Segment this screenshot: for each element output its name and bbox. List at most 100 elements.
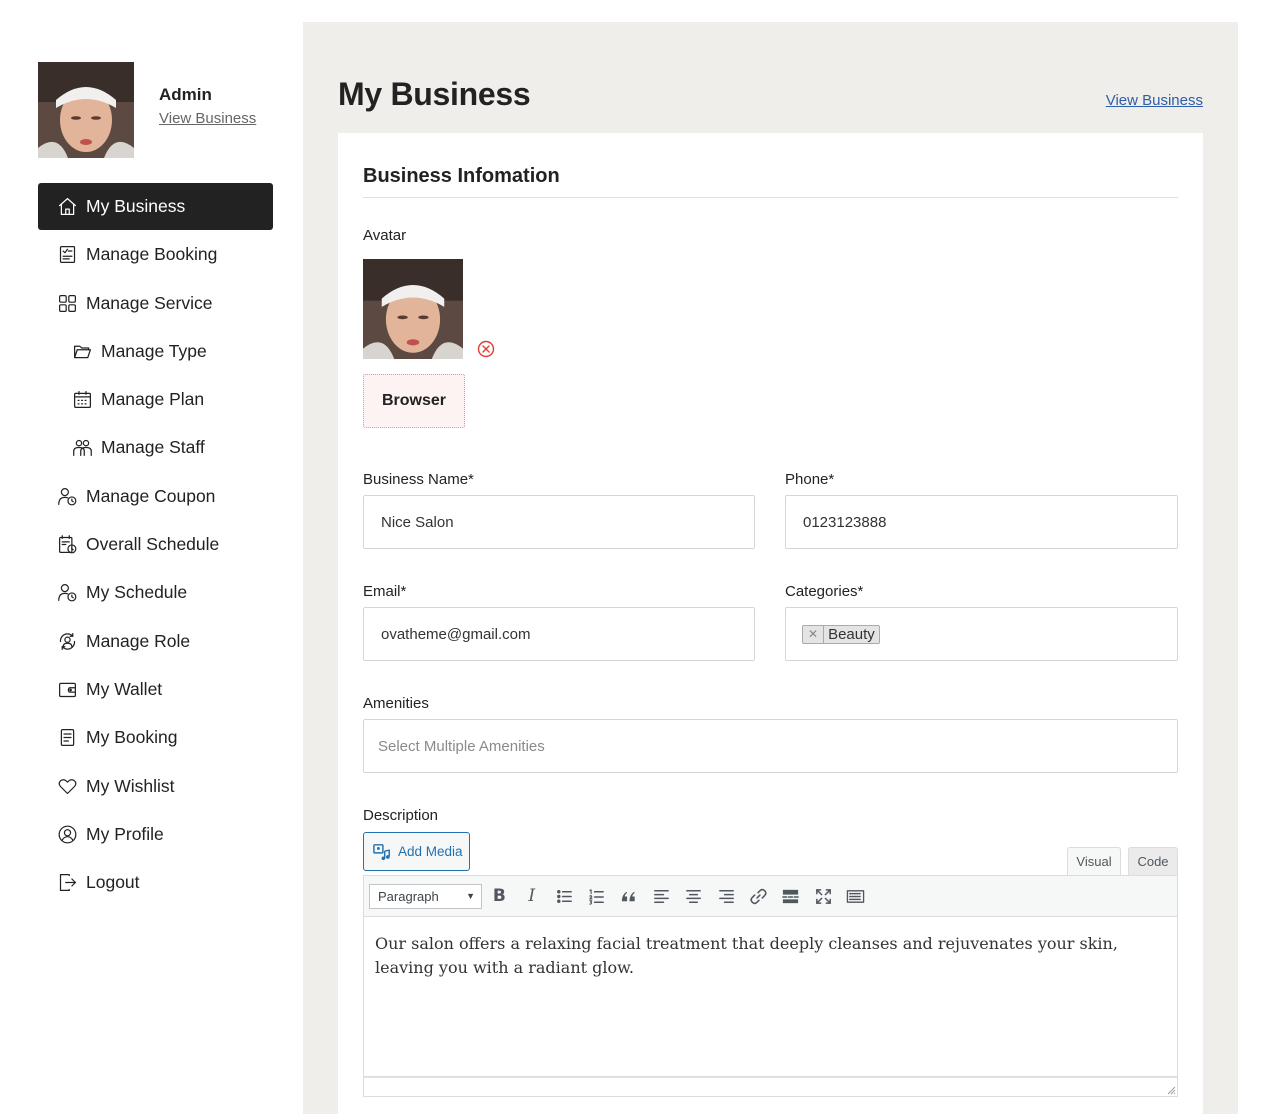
sidebar-item-label: Logout [86,872,140,893]
align-center-button[interactable] [679,881,709,911]
sidebar-item-label: My Wishlist [86,775,175,796]
sidebar-item-manage-type[interactable]: Manage Type [38,328,273,375]
grid-icon [56,292,78,314]
user-cycle-icon [56,630,78,652]
profile-name: Admin [159,85,212,104]
browse-button[interactable]: Browser [363,374,465,428]
add-media-button[interactable]: Add Media [363,832,470,871]
user-clock-icon [56,582,78,604]
sidebar-item-manage-role[interactable]: Manage Role [38,618,273,665]
italic-button[interactable]: I [517,881,547,911]
business-name-field[interactable]: Nice Salon [363,495,755,549]
document-icon [56,727,78,749]
calendar-icon [71,389,93,411]
sidebar-item-label: Manage Coupon [86,485,216,506]
editor-toolbar: Paragraph ▼ B I [363,875,1178,917]
business-info-card: Business Infomation Avatar Browser Busin… [338,133,1203,1114]
sidebar-item-manage-staff[interactable]: Manage Staff [38,424,273,471]
sidebar-item-label: Manage Type [101,340,207,361]
avatar [38,62,134,158]
categories-select[interactable]: ✕ Beauty [785,607,1178,661]
description-editor[interactable]: Our salon offers a relaxing facial treat… [363,917,1178,1077]
categories-label: Categories* [785,583,864,600]
sidebar-item-label: Manage Service [86,292,213,313]
tab-visual[interactable]: Visual [1067,847,1121,876]
media-icon [373,843,390,860]
category-tag: ✕ Beauty [802,624,880,644]
remove-avatar-icon[interactable] [477,340,495,358]
sidebar-item-my-booking[interactable]: My Booking [38,714,273,761]
phone-field[interactable]: 0123123888 [785,495,1178,549]
align-right-icon [718,889,734,903]
read-more-icon [782,889,800,903]
toolbar-toggle-button[interactable] [841,881,871,911]
bullet-list-button[interactable] [549,881,579,911]
business-name-label: Business Name* [363,471,474,488]
category-tag-label: Beauty [828,625,875,643]
amenities-select[interactable]: Select Multiple Amenities [363,719,1178,773]
align-right-button[interactable] [711,881,741,911]
phone-label: Phone* [785,471,835,488]
fullscreen-button[interactable] [808,881,838,911]
bold-icon: B [492,886,506,906]
sidebar-item-label: My Business [86,196,186,216]
sidebar-item-my-schedule[interactable]: My Schedule [38,569,273,616]
sidebar-item-my-profile[interactable]: My Profile [38,811,273,858]
read-more-button[interactable] [776,881,806,911]
view-business-link[interactable]: View Business [1106,92,1203,109]
sidebar-item-label: Manage Staff [101,437,205,458]
avatar-label: Avatar [363,227,407,244]
sidebar-item-my-business[interactable]: My Business [38,183,273,230]
tab-code[interactable]: Code [1128,847,1178,876]
sidebar-item-label: Manage Role [86,630,191,651]
sidebar-item-label: Manage Booking [86,244,218,265]
wallet-icon [56,678,78,700]
bold-button[interactable]: B [484,881,514,911]
sidebar-item-label: Overall Schedule [86,534,220,555]
sidebar-item-label: My Wallet [86,678,163,699]
sidebar-item-manage-booking[interactable]: Manage Booking [38,231,273,278]
amenities-label: Amenities [363,695,429,712]
sidebar-item-manage-service[interactable]: Manage Service [38,280,273,327]
user-profile: Admin View Business [38,62,273,158]
fullscreen-icon [815,888,831,904]
link-button[interactable] [744,881,774,911]
home-icon [56,196,78,218]
add-media-label: Add Media [398,844,463,859]
bullet-list-icon [556,889,572,903]
blockquote-button[interactable] [614,881,644,911]
align-center-icon [686,889,702,903]
sidebar-item-label: My Booking [86,727,178,748]
page-title: My Business [338,76,531,112]
sidebar: Admin View Business My Business Manage B… [38,62,273,892]
logout-icon [56,872,78,894]
align-left-icon [653,889,669,903]
sidebar-item-label: My Profile [86,823,164,844]
main-content: My Business View Business Business Infom… [303,22,1238,1114]
user-circle-icon [56,823,78,845]
editor-statusbar [363,1077,1178,1097]
sidebar-item-logout[interactable]: Logout [38,859,273,906]
numbered-list-icon [589,888,604,905]
business-avatar-image [363,259,463,359]
align-left-button[interactable] [646,881,676,911]
link-icon [750,888,767,904]
divider [363,197,1178,198]
numbered-list-button[interactable] [582,881,612,911]
folder-icon [71,340,93,362]
format-select[interactable]: Paragraph ▼ [369,883,482,909]
sidebar-nav: My Business Manage Booking Manage Servic… [38,183,273,907]
user-clock-icon [56,485,78,507]
sidebar-item-overall-schedule[interactable]: Overall Schedule [38,521,273,568]
schedule-icon [56,534,78,556]
sidebar-item-my-wallet[interactable]: My Wallet [38,666,273,713]
staff-icon [71,437,93,459]
sidebar-item-my-wishlist[interactable]: My Wishlist [38,763,273,810]
remove-tag-icon[interactable]: ✕ [803,625,825,643]
sidebar-item-manage-coupon[interactable]: Manage Coupon [38,473,273,520]
sidebar-item-manage-plan[interactable]: Manage Plan [38,376,273,423]
email-field[interactable]: ovatheme@gmail.com [363,607,755,661]
sidebar-item-label: Manage Plan [101,389,205,410]
view-business-link[interactable]: View Business [159,110,256,127]
resize-handle-icon[interactable] [1166,1085,1176,1095]
